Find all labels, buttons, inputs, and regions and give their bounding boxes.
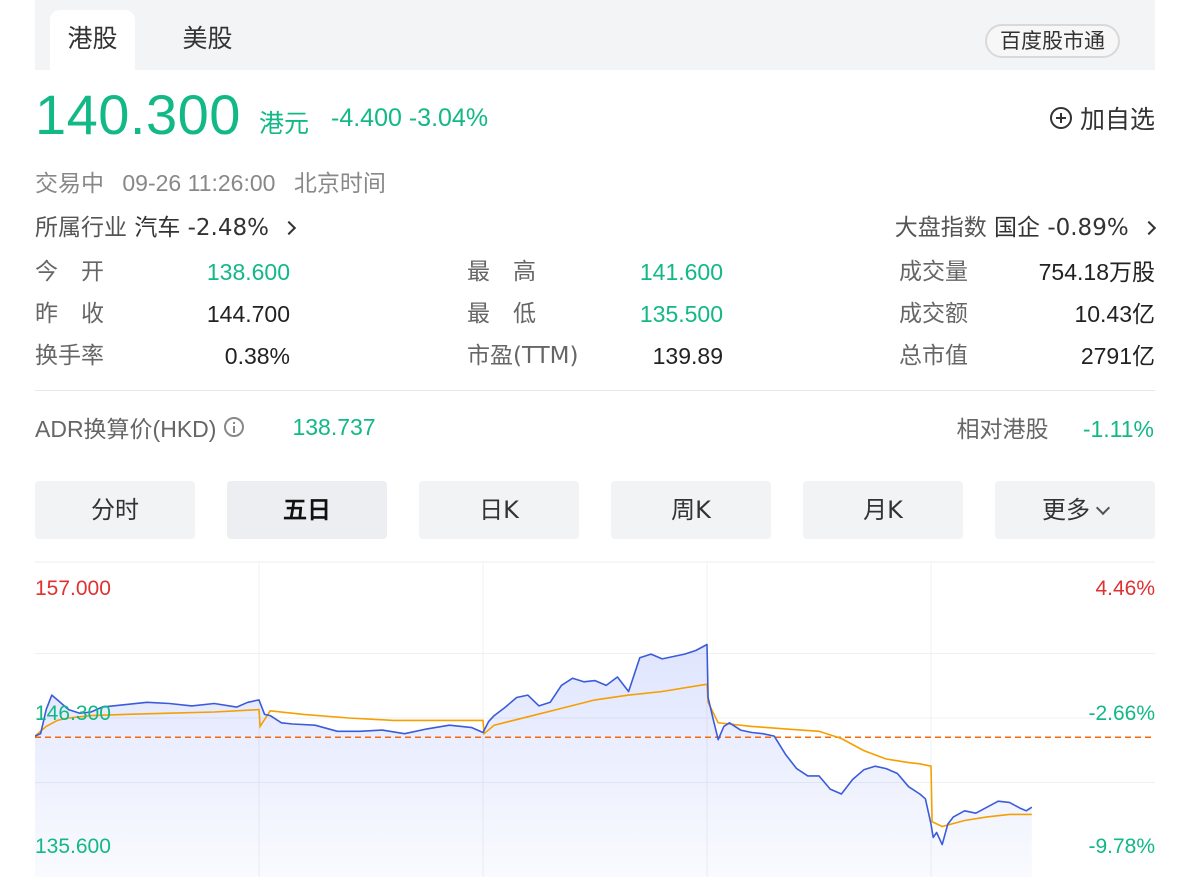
stat-market-cap: 总市值 2791亿 [899,341,1155,371]
tab-five-day[interactable]: 五日 [227,481,387,539]
add-watchlist-label: 加自选 [1079,105,1155,134]
adr-price: ADR换算价(HKD) 138.737 [35,410,376,444]
chart-period-tabs: 分时 五日 日K 周K 月K 更多 [35,481,1155,539]
tab-monthly-k[interactable]: 月K [803,481,963,539]
adr-label: ADR换算价(HKD) [35,416,217,442]
stat-prev-close: 昨 收 144.700 [35,299,290,329]
stat-label: 成交额 [899,301,968,327]
price-change: -4.400 -3.04% [331,104,488,133]
chart-canvas [35,561,1155,877]
stat-high: 最 高 141.600 [467,257,723,287]
y-right-tick-bottom: -9.78% [1088,835,1155,858]
plus-circle-icon [1049,107,1072,129]
change-percent: -3.04% [408,104,489,132]
current-price: 140.300 [35,83,241,146]
stat-amount: 成交额 10.43亿 [899,299,1155,329]
chevron-right-icon [1141,220,1157,236]
info-icon[interactable] [224,417,245,437]
section-divider [35,390,1155,391]
stat-label: 昨 收 [35,301,104,327]
stat-label: 总市值 [899,343,968,369]
stat-label: 最 低 [467,301,536,327]
relative-label: 相对港股 [956,416,1049,442]
tab-daily-k[interactable]: 日K [419,481,579,539]
y-right-tick-top: 4.46% [1095,577,1155,600]
chevron-right-icon [282,220,297,236]
tab-more[interactable]: 更多 [995,481,1155,539]
stat-value: 144.700 [206,301,290,327]
stat-low: 最 低 135.500 [467,299,723,329]
stat-label: 今 开 [35,259,104,285]
tab-hk-stocks[interactable]: 港股 [50,10,135,70]
index-link[interactable]: 大盘指数 国企 -0.89% [894,208,1157,242]
y-left-tick-bottom: 135.600 [35,835,111,858]
stat-pe-ttm: 市盈(TTM) 139.89 [467,341,723,371]
currency-label: 港元 [259,109,310,138]
stat-volume: 成交量 754.18万股 [899,257,1155,287]
more-label: 更多 [1042,496,1090,524]
stat-label: 最 高 [467,259,536,285]
y-right-tick-mid: -2.66% [1088,702,1155,725]
tab-intraday[interactable]: 分时 [35,481,195,539]
price-area-fill [35,644,1032,877]
stat-label: 市盈(TTM) [467,343,579,369]
quote-datetime: 09-26 11:26:00 [122,170,276,196]
stat-value: 0.38% [224,343,290,369]
industry-label: 所属行业 [35,215,127,241]
index-label: 大盘指数 [894,215,987,241]
stat-value: 754.18万股 [1038,259,1155,285]
quote-header: 140.300 港元 -4.400 -3.04% 加自选 [35,82,1155,146]
market-tabbar: 港股 美股 百度股市通 [35,0,1155,70]
five-day-chart[interactable]: 157.000 146.300 135.600 4.46% -2.66% -9.… [35,561,1155,877]
stat-turnover-rate: 换手率 0.38% [35,341,290,371]
stat-value: 135.500 [639,301,723,327]
change-amount: -4.400 [331,104,402,132]
y-left-tick-top: 157.000 [35,577,111,600]
stat-label: 成交量 [899,259,968,285]
stock-service-button[interactable]: 百度股市通 [985,24,1120,58]
adr-value: 138.737 [292,413,376,440]
quote-timezone: 北京时间 [293,170,386,196]
stat-value: 10.43亿 [1074,301,1155,327]
relative-to-hk: 相对港股 -1.11% [956,410,1154,444]
stat-value: 2791亿 [1080,343,1155,369]
industry-change: -2.48% [187,215,269,241]
stat-open: 今 开 138.600 [35,257,290,287]
relative-value: -1.11% [1082,416,1154,442]
tab-us-stocks[interactable]: 美股 [165,10,250,70]
industry-name: 汽车 [134,215,181,241]
y-left-tick-mid: 146.300 [35,702,111,725]
chevron-down-icon [1095,500,1111,516]
add-watchlist-button[interactable]: 加自选 [1049,100,1155,136]
stat-value: 141.600 [639,259,723,285]
stat-value: 138.600 [206,259,290,285]
stat-value: 139.89 [652,343,723,369]
stat-label: 换手率 [35,343,104,369]
index-change: -0.89% [1047,215,1129,241]
trading-status: 交易中 09-26 11:26:00 北京时间 [35,164,398,198]
index-name: 国企 [994,215,1040,241]
trading-state: 交易中 [35,170,104,196]
tab-weekly-k[interactable]: 周K [611,481,771,539]
industry-link[interactable]: 所属行业 汽车 -2.48% [35,208,297,242]
